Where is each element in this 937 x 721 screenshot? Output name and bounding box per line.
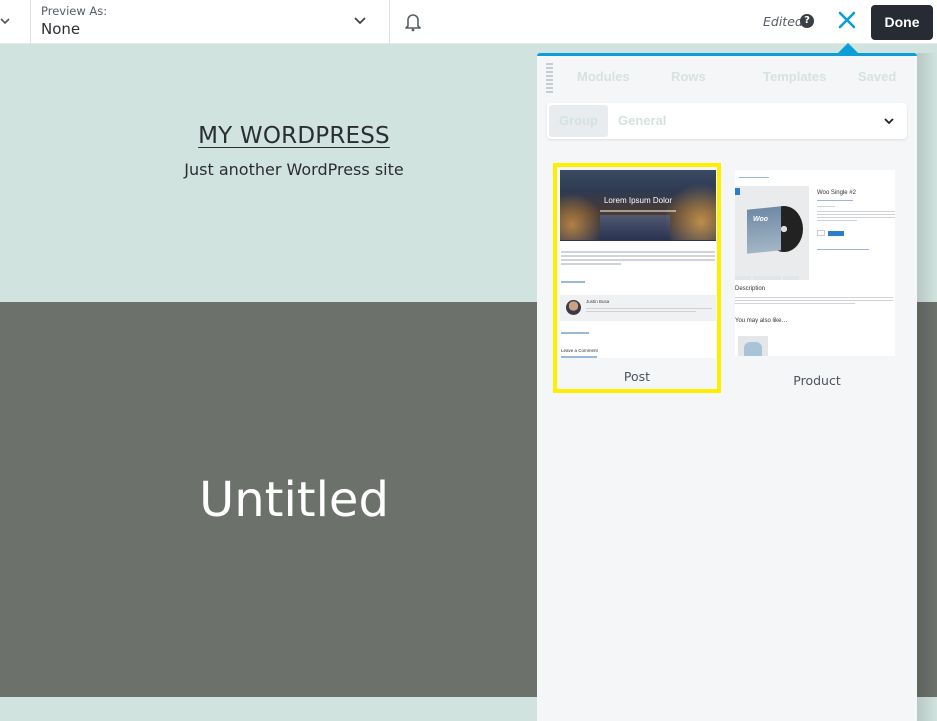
product-description-heading: Description xyxy=(735,286,766,292)
panel-pointer xyxy=(838,43,858,53)
post-preview-title: Lorem Ipsum Dolor xyxy=(603,196,673,205)
content-panel: Modules Rows Templates Saved Group Gener… xyxy=(537,53,917,721)
post-hero-image: Lorem Ipsum Dolor xyxy=(560,170,716,241)
post-author-name: Justin Busa xyxy=(586,299,610,304)
tab-templates[interactable]: Templates xyxy=(763,69,858,84)
chevron-down-icon xyxy=(884,118,894,125)
template-thumbnail: Lorem Ipsum Dolor Justin Busa Leave a Co… xyxy=(560,170,716,358)
chevron-down-icon[interactable] xyxy=(353,14,367,28)
preview-as-label: Preview As: xyxy=(41,4,108,18)
done-button[interactable]: Done xyxy=(871,5,933,40)
bell-icon[interactable] xyxy=(404,12,422,32)
product-preview-title: Woo Single #2 xyxy=(817,190,856,196)
sale-badge xyxy=(735,188,740,195)
post-author-box: Justin Busa xyxy=(560,295,716,321)
site-title-link[interactable]: MY WORDPRESS xyxy=(198,123,390,149)
template-card-product[interactable]: Woo Woo Single #2 Description You may al… xyxy=(733,167,901,397)
template-card-post[interactable]: Lorem Ipsum Dolor Justin Busa Leave a Co… xyxy=(553,163,721,393)
record-label: Woo xyxy=(753,216,769,223)
toolbar-divider xyxy=(389,0,390,44)
group-label: Group xyxy=(549,105,608,137)
related-product-image xyxy=(738,336,768,356)
template-name: Product xyxy=(793,373,841,388)
product-related-heading: You may also like… xyxy=(735,318,788,324)
post-comment-heading: Leave a Comment xyxy=(561,348,598,353)
chevron-down-icon[interactable] xyxy=(0,14,12,28)
tab-rows[interactable]: Rows xyxy=(671,69,763,84)
page-title: Untitled xyxy=(199,472,389,528)
edited-status: Edited xyxy=(763,14,803,29)
panel-tabs: Modules Rows Templates Saved xyxy=(561,69,918,84)
tab-saved[interactable]: Saved xyxy=(858,69,918,84)
template-thumbnail: Woo Woo Single #2 Description You may al… xyxy=(735,170,895,356)
preview-as-select[interactable]: Preview As: None xyxy=(41,4,371,39)
template-name: Post xyxy=(623,369,651,384)
help-icon[interactable]: ? xyxy=(800,14,814,28)
product-image: Woo xyxy=(735,186,809,280)
close-panel-icon[interactable] xyxy=(836,9,858,31)
site-tagline: Just another WordPress site xyxy=(184,160,404,179)
author-avatar xyxy=(566,300,581,315)
group-value: General xyxy=(618,113,667,128)
group-select[interactable]: Group General xyxy=(547,103,907,139)
toolbar-divider xyxy=(30,0,31,44)
add-to-cart-preview xyxy=(828,231,844,236)
tab-modules[interactable]: Modules xyxy=(561,69,671,84)
preview-as-value: None xyxy=(41,20,81,38)
drag-handle[interactable] xyxy=(546,63,553,93)
panel-shadow xyxy=(917,53,937,721)
builder-toolbar: Preview As: None Edited ? Done xyxy=(0,0,937,44)
